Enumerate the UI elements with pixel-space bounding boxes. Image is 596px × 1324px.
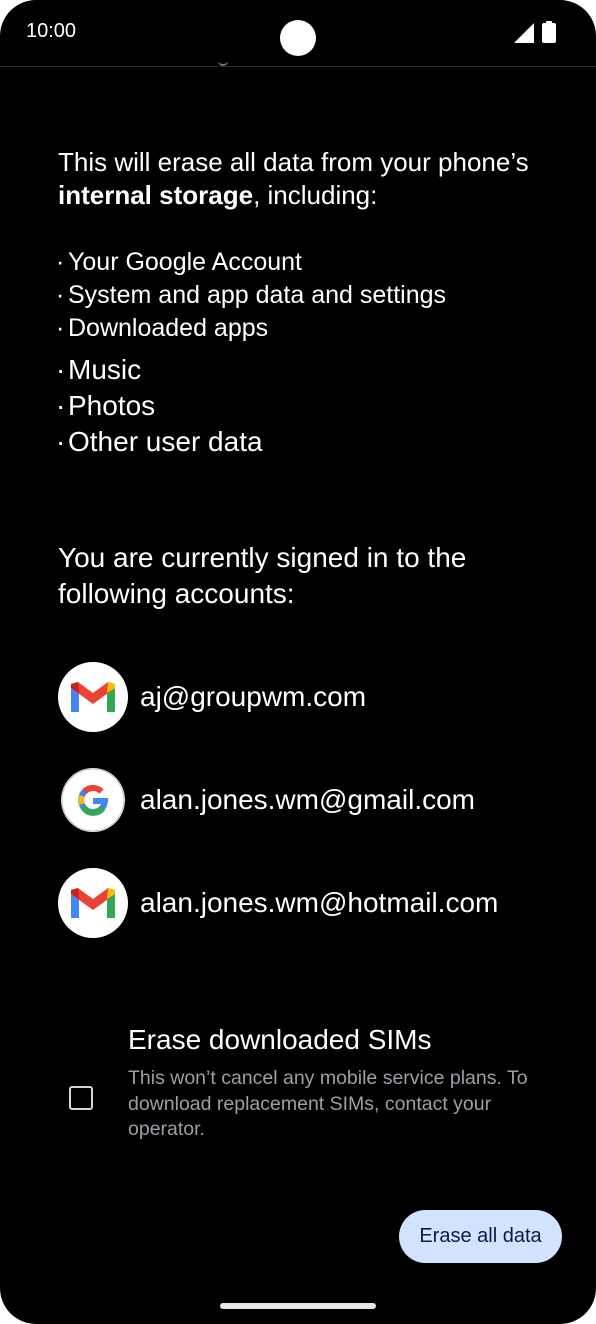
list-item: ·Music [56,354,142,385]
phone-screen: 10:00 This will erase all data from your… [0,0,596,1324]
gmail-icon [58,662,128,732]
status-time: 10:00 [26,20,77,42]
account-email: alan.jones.wm@hotmail.com [140,887,499,918]
account-email: aj@groupwm.com [140,681,367,712]
gmail-icon [58,868,128,938]
erase-intro-text: This will erase all data from your phone… [58,147,529,210]
status-bar: 10:00 [0,0,596,66]
home-indicator[interactable] [220,1303,376,1309]
signal-icon [514,23,534,43]
account-row: aj@groupwm.com [58,662,558,732]
internal-storage-label: internal storage [58,180,254,210]
list-item: · Your Google Account [56,248,302,276]
battery-icon [542,21,556,43]
google-icon [61,768,125,832]
camera-cutout [280,20,316,56]
list-item: ·Other user data [56,426,263,457]
account-row: alan.jones.wm@hotmail.com [58,868,558,938]
account-email: alan.jones.wm@gmail.com [140,784,475,815]
erase-sims-title[interactable]: Erase downloaded SIMs [128,1022,432,1058]
list-item: · Downloaded apps [56,314,269,342]
erase-sims-description: This won’t cancel any mobile service pla… [128,1067,528,1140]
data-items-list-continued: ·Music ·Photos ·Other user data [56,352,263,460]
status-divider [0,66,596,67]
data-items-list: · Your Google Account · System and app dat… [56,246,446,345]
list-item: · System and app data and settings [56,281,447,309]
erase-all-data-button[interactable]: Erase all data [399,1210,562,1263]
list-item: ·Photos [56,390,156,421]
erase-sims-checkbox[interactable] [69,1086,93,1110]
accounts-heading: You are currently signed in to the follo… [58,542,467,609]
account-row: alan.jones.wm@gmail.com [58,765,558,835]
